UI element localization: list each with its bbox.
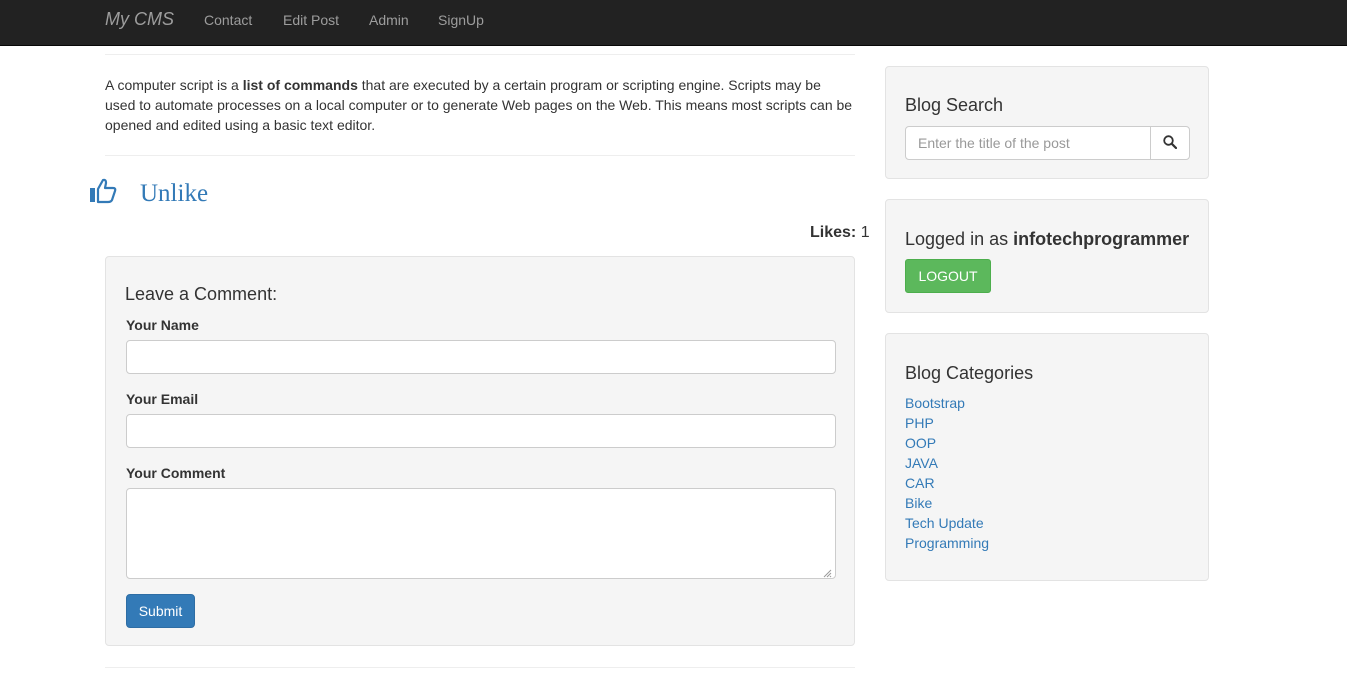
- resize-grip-icon[interactable]: [822, 565, 832, 581]
- post-text-start: A computer script is a: [105, 77, 243, 93]
- list-item: Tech Update: [905, 513, 989, 533]
- category-link-programming[interactable]: Programming: [905, 535, 989, 551]
- navbar: My CMS Contact Edit Post Admin SignUp: [0, 0, 1347, 46]
- search-icon: [1163, 134, 1178, 152]
- comment-label: Your Comment: [126, 465, 226, 481]
- category-list: Bootstrap PHP OOP JAVA CAR Bike Tech Upd…: [905, 393, 989, 553]
- comment-form: Leave a Comment: Your Name Your Email Yo…: [105, 256, 855, 646]
- category-link-php[interactable]: PHP: [905, 415, 934, 431]
- unlike-link[interactable]: Unlike: [140, 180, 208, 208]
- comment-form-title: Leave a Comment:: [125, 284, 278, 304]
- email-label: Your Email: [126, 391, 199, 407]
- list-item: Bike: [905, 493, 989, 513]
- category-link-car[interactable]: CAR: [905, 475, 935, 491]
- submit-button[interactable]: Submit: [126, 594, 195, 628]
- search-input[interactable]: [905, 126, 1151, 160]
- category-link-bike[interactable]: Bike: [905, 495, 932, 511]
- list-item: JAVA: [905, 453, 989, 473]
- username: infotechprogrammer: [1013, 229, 1190, 249]
- nav-link-edit-post[interactable]: Edit Post: [283, 12, 339, 28]
- category-link-oop[interactable]: OOP: [905, 435, 936, 451]
- post-body: A computer script is a list of commands …: [105, 75, 855, 135]
- list-item: PHP: [905, 413, 989, 433]
- divider: [105, 54, 855, 55]
- blog-search-title: Blog Search: [905, 95, 1004, 115]
- category-link-tech-update[interactable]: Tech Update: [905, 515, 984, 531]
- brand-link[interactable]: My CMS: [105, 9, 174, 30]
- logged-in-prefix: Logged in as: [905, 229, 1014, 249]
- user-panel: Logged in as infotechprogrammer LOGOUT: [885, 199, 1209, 313]
- search-button[interactable]: [1150, 126, 1190, 160]
- logout-button[interactable]: LOGOUT: [905, 259, 991, 293]
- blog-categories-panel: Blog Categories Bootstrap PHP OOP JAVA C…: [885, 333, 1209, 581]
- email-field[interactable]: [126, 414, 836, 448]
- divider: [105, 155, 855, 156]
- name-label: Your Name: [126, 317, 199, 333]
- list-item: Programming: [905, 533, 989, 553]
- blog-categories-title: Blog Categories: [905, 363, 1034, 383]
- nav-link-contact[interactable]: Contact: [204, 12, 252, 28]
- category-link-bootstrap[interactable]: Bootstrap: [905, 395, 965, 411]
- likes-count: Likes: 1: [810, 224, 870, 242]
- logged-in-status: Logged in as infotechprogrammer: [905, 229, 1189, 250]
- list-item: Bootstrap: [905, 393, 989, 413]
- likes-label: Likes:: [810, 224, 857, 241]
- name-field[interactable]: [126, 340, 836, 374]
- post-text-bold: list of commands: [242, 77, 358, 93]
- nav-link-signup[interactable]: SignUp: [438, 12, 484, 28]
- likes-value: 1: [860, 224, 870, 241]
- list-item: OOP: [905, 433, 989, 453]
- list-item: CAR: [905, 473, 989, 493]
- thumbs-up-icon[interactable]: [88, 176, 118, 209]
- nav-link-admin[interactable]: Admin: [369, 12, 409, 28]
- comment-field[interactable]: [126, 488, 836, 579]
- divider: [105, 667, 855, 668]
- blog-search-panel: Blog Search: [885, 66, 1209, 179]
- category-link-java[interactable]: JAVA: [905, 455, 938, 471]
